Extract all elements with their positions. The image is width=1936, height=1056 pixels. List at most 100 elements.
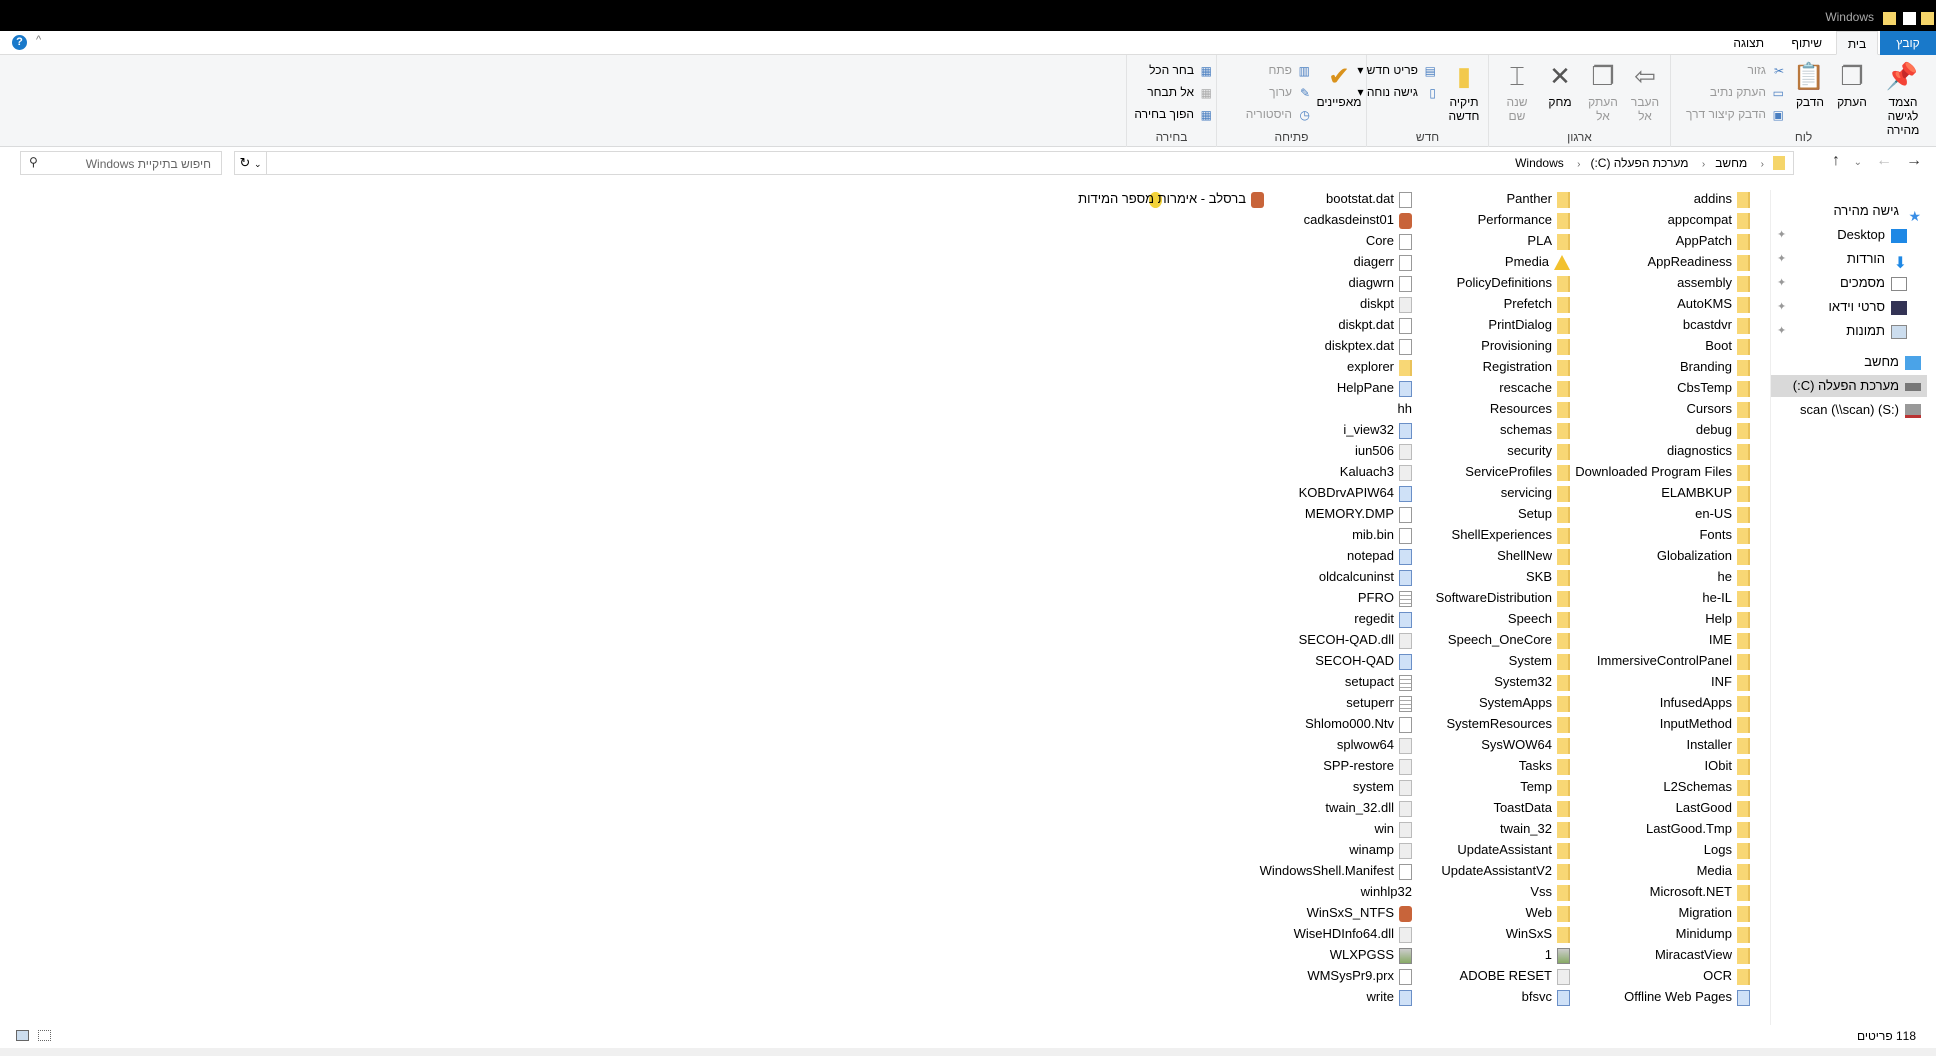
tab-file[interactable]: קובץ xyxy=(1880,31,1936,55)
collapse-ribbon-icon[interactable]: ^ xyxy=(36,34,41,46)
nav-videos[interactable]: סרטי וידאו ✦ xyxy=(1771,296,1927,318)
quick-folder-icon[interactable] xyxy=(1883,12,1896,25)
move-to-button[interactable]: ⇦ העבר אל xyxy=(1626,61,1664,123)
file-name: diagnostics xyxy=(1666,443,1732,458)
file-item[interactable]: winhlp32 xyxy=(1132,192,1412,902)
address-dropdown-icon[interactable]: ⌄ xyxy=(254,159,262,169)
nav-drive-c[interactable]: מערכת הפעלה (C:) xyxy=(1771,375,1927,397)
file-item[interactable]: PFRO xyxy=(1132,587,1412,608)
history-button[interactable]: ◷היסטוריה xyxy=(1246,107,1310,122)
nav-pictures[interactable]: תמונות ✦ xyxy=(1771,320,1927,342)
pin-icon[interactable]: ✦ xyxy=(1777,248,1786,270)
nav-desktop[interactable]: Desktop ✦ xyxy=(1771,224,1927,246)
file-item[interactable]: WLXPGSS xyxy=(1132,944,1412,965)
file-item[interactable]: diskpt xyxy=(1132,293,1412,314)
file-item[interactable]: winamp xyxy=(1132,839,1412,860)
crumb-computer[interactable]: מחשב xyxy=(1715,156,1747,170)
easy-access-button[interactable]: ▯גישה נוחה ▾ xyxy=(1357,85,1436,100)
file-item[interactable]: setupact xyxy=(1132,671,1412,692)
recent-locations-button[interactable]: ⌄ xyxy=(1854,157,1862,168)
file-item[interactable]: KOBDrvAPIW64 xyxy=(1132,482,1412,503)
file-item[interactable]: Kaluach3 xyxy=(1132,461,1412,482)
tab-view[interactable]: תצוגה xyxy=(1723,31,1774,55)
copy-path-button[interactable]: ▭העתק נתיב xyxy=(1710,85,1784,100)
file-name: bfsvc xyxy=(1521,989,1552,1004)
select-all-button[interactable]: ▦בחר הכל xyxy=(1149,63,1212,78)
file-item[interactable]: diagerr xyxy=(1132,251,1412,272)
crumb-windows[interactable]: Windows xyxy=(1515,156,1564,170)
select-none-button[interactable]: ▦אל תבחר xyxy=(1147,85,1212,100)
refresh-button[interactable]: ↻ ⌄ xyxy=(234,151,266,175)
delete-button[interactable]: ✕ מחק xyxy=(1542,61,1578,109)
cut-button[interactable]: ✂גזור xyxy=(1748,63,1784,78)
paste-shortcut-button[interactable]: ▣הדבק קיצור דרך xyxy=(1686,107,1784,122)
details-view-button[interactable] xyxy=(38,1030,51,1041)
quick-newfolder-icon[interactable] xyxy=(1921,12,1934,25)
chevron-icon[interactable]: ‹ xyxy=(1761,159,1764,170)
pin-icon[interactable]: ✦ xyxy=(1777,272,1786,294)
edit-button[interactable]: ✎ערוך xyxy=(1269,85,1310,100)
file-name: WindowsShell.Manifest xyxy=(1259,863,1394,878)
file-item[interactable]: Shlomo000.Ntv xyxy=(1132,713,1412,734)
file-item[interactable]: diagwrn xyxy=(1132,272,1412,293)
new-folder-button[interactable]: ▮ תיקיה חדשה xyxy=(1444,61,1484,123)
file-item[interactable]: Core xyxy=(1132,230,1412,251)
invert-selection-button[interactable]: ▦הפוך בחירה xyxy=(1134,107,1212,122)
file-item[interactable]: WinSxS_NTFS xyxy=(1132,902,1412,923)
file-item[interactable]: ברסלב - אימרות מספר המידות xyxy=(864,188,1264,209)
file-item[interactable]: WMSysPr9.prx xyxy=(1132,965,1412,986)
copy-to-button[interactable]: ❐ העתק אל xyxy=(1584,61,1622,123)
crumb-drive-c[interactable]: מערכת הפעלה (C:) xyxy=(1590,156,1688,170)
file-item[interactable]: regedit xyxy=(1132,608,1412,629)
tab-share[interactable]: שיתוף xyxy=(1781,31,1832,55)
copy-button[interactable]: ❐ העתק xyxy=(1832,61,1872,109)
file-item[interactable]: hh xyxy=(1132,192,1412,419)
help-icon[interactable]: ? xyxy=(12,35,27,50)
nav-computer[interactable]: מחשב xyxy=(1771,351,1927,373)
forward-button[interactable]: ← xyxy=(1876,152,1892,170)
file-item[interactable]: win xyxy=(1132,818,1412,839)
file-item[interactable]: i_view32 xyxy=(1132,419,1412,440)
file-item[interactable]: mib.bin xyxy=(1132,524,1412,545)
pin-icon[interactable]: ✦ xyxy=(1777,296,1786,318)
file-item[interactable]: diskpt.dat xyxy=(1132,314,1412,335)
file-item[interactable]: twain_32.dll xyxy=(1132,797,1412,818)
nav-drive-s[interactable]: scan (\\scan) (S:) xyxy=(1771,399,1927,421)
file-item[interactable]: write xyxy=(1132,986,1412,1007)
file-item[interactable]: system xyxy=(1132,776,1412,797)
file-item[interactable]: SECOH-QAD.dll xyxy=(1132,629,1412,650)
search-input[interactable]: ⚲ חיפוש בתיקיית Windows xyxy=(20,151,222,175)
file-item[interactable]: iun506 xyxy=(1132,440,1412,461)
open-button[interactable]: ▥פתח xyxy=(1268,63,1310,78)
address-bar[interactable]: ‹ מחשב ‹ מערכת הפעלה (C:) ‹ Windows xyxy=(266,151,1794,175)
file-item[interactable]: oldcalcuninst xyxy=(1132,566,1412,587)
file-item[interactable]: splwow64 xyxy=(1132,734,1412,755)
file-name: setupact xyxy=(1344,674,1394,689)
file-item[interactable]: SPP-restore xyxy=(1132,755,1412,776)
back-button[interactable]: → xyxy=(1906,152,1922,170)
file-item[interactable]: SECOH-QAD xyxy=(1132,650,1412,671)
pin-icon[interactable]: ✦ xyxy=(1777,320,1786,342)
new-item-button[interactable]: ▤פריט חדש ▾ xyxy=(1357,63,1436,78)
file-item[interactable]: MEMORY.DMP xyxy=(1132,503,1412,524)
nav-quick-access[interactable]: ★גישה מהירה xyxy=(1771,200,1927,224)
file-item[interactable]: setuperr xyxy=(1132,692,1412,713)
file-item[interactable]: notepad xyxy=(1132,545,1412,566)
nav-downloads[interactable]: ⬇הורדות ✦ xyxy=(1771,248,1927,272)
file-item[interactable]: WindowsShell.Manifest xyxy=(1132,860,1412,881)
file-item[interactable]: WiseHDInfo64.dll xyxy=(1132,923,1412,944)
file-item[interactable]: explorer xyxy=(1132,356,1412,377)
properties-button[interactable]: ✔ מאפיינים xyxy=(1316,61,1362,109)
quick-properties-icon[interactable] xyxy=(1903,12,1916,25)
file-item[interactable]: diskptex.dat xyxy=(1132,335,1412,356)
file-item[interactable]: HelpPane xyxy=(1132,377,1412,398)
nav-documents[interactable]: מסמכים ✦ xyxy=(1771,272,1927,294)
up-button[interactable]: ↑ xyxy=(1832,152,1840,170)
rename-button[interactable]: ⌶ שנה שם xyxy=(1498,61,1536,123)
pin-icon[interactable]: ✦ xyxy=(1777,224,1786,246)
tab-home[interactable]: בית xyxy=(1836,31,1878,55)
large-icons-view-button[interactable] xyxy=(16,1030,29,1041)
paste-button[interactable]: 📋 הדבק xyxy=(1790,61,1830,109)
file-item[interactable]: cadkasdeinst01 xyxy=(1132,209,1412,230)
pin-quick-access-button[interactable]: 📌 הצמד לגישה מהירה xyxy=(1874,61,1932,137)
